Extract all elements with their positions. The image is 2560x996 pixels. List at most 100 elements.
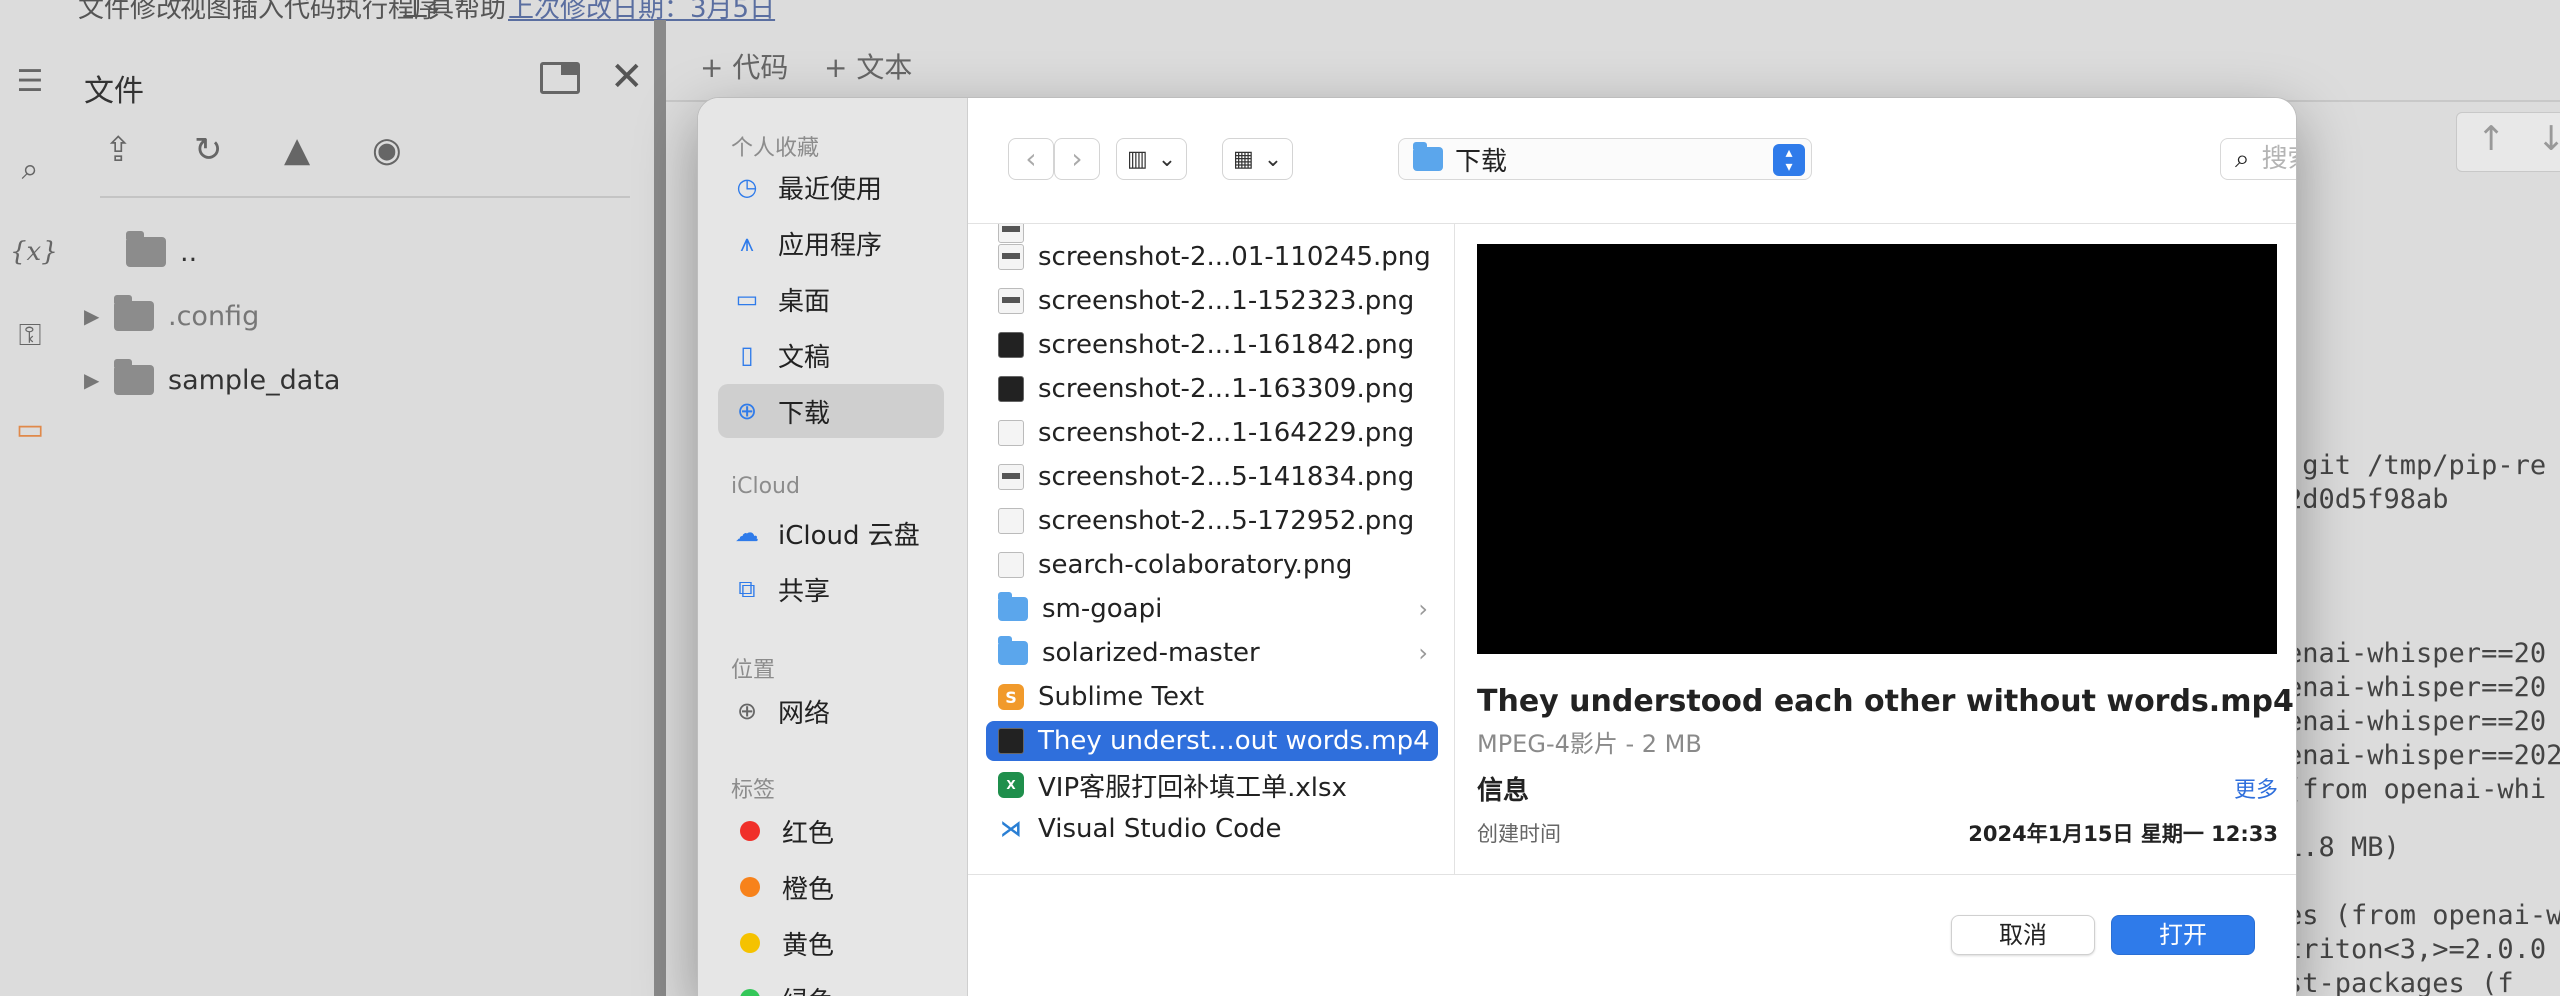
excel-icon: X <box>998 772 1024 798</box>
sidebar-item-label: 绿色 <box>782 981 834 996</box>
cloud-icon: ☁ <box>735 519 759 547</box>
add-code-button[interactable]: + 代码 <box>700 46 788 86</box>
upload-icon[interactable]: ⇪ <box>104 130 133 170</box>
output-line: enai-whisper==202 <box>2286 740 2560 771</box>
folder-icon <box>998 592 1028 621</box>
list-item[interactable]: screenshot-2...1-152323.png <box>986 281 1438 321</box>
chevron-right-icon[interactable]: ▶ <box>84 368 114 392</box>
chevron-down-icon: ⌄ <box>1157 146 1177 172</box>
location-popup[interactable]: 下载 ▴ ▾ <box>1398 138 1812 180</box>
sidebar-item-applications[interactable]: ⩚ 应用程序 <box>718 216 944 270</box>
list-item[interactable]: sm-goapi › <box>986 589 1438 629</box>
list-item[interactable]: screenshot-2...1-164229.png <box>986 413 1438 453</box>
sidebar-item-recents[interactable]: ◷ 最近使用 <box>718 160 944 214</box>
window-toggle-icon[interactable] <box>540 62 580 94</box>
menu-help[interactable]: 帮助 <box>454 0 506 25</box>
file-name: They underst...out words.mp4 <box>1038 726 1430 756</box>
menu-edit[interactable]: 修改 <box>130 0 182 25</box>
sidebar-item-desktop[interactable]: ▭ 桌面 <box>718 272 944 326</box>
back-button[interactable]: ‹ <box>1008 138 1054 180</box>
files-panel: 文件 ✕ ⇪ ↻ ▲ ◉ .. ▶ .config ▶ sample_data <box>60 40 660 996</box>
sidebar-item-tag-yellow[interactable]: 黄色 <box>718 916 944 970</box>
files-panel-title: 文件 <box>84 74 144 109</box>
sidebar-item-label: 桌面 <box>778 286 831 317</box>
applications-icon: ⩚ <box>740 229 754 257</box>
list-item[interactable]: S Sublime Text <box>986 677 1438 717</box>
toc-icon[interactable]: ☰ <box>10 62 50 102</box>
locations-heading: 位置 <box>731 658 776 683</box>
forward-button[interactable]: › <box>1054 138 1100 180</box>
image-thumbnail-icon <box>998 244 1024 270</box>
sidebar-item-downloads[interactable]: ⊕ 下载 <box>718 384 944 438</box>
refresh-icon[interactable]: ↻ <box>194 130 223 170</box>
add-text-button[interactable]: + 文本 <box>824 46 912 86</box>
eye-icon[interactable]: ◉ <box>372 130 402 170</box>
menu-file[interactable]: 文件 <box>78 0 130 25</box>
tree-item-config[interactable]: ▶ .config <box>84 294 259 338</box>
search-input[interactable] <box>2261 144 2296 174</box>
panel-resizer[interactable] <box>654 20 666 996</box>
sidebar-item-label: 下载 <box>778 398 831 429</box>
sidebar-item-shared[interactable]: ⧉ 共享 <box>718 562 944 616</box>
list-item[interactable]: screenshot-2...1-163309.png <box>986 369 1438 409</box>
desktop-icon: ▭ <box>735 285 759 313</box>
video-preview[interactable] <box>1477 244 2277 654</box>
sidebar-item-label: 橙色 <box>782 874 835 905</box>
dialog-sidebar: 个人收藏 ◷ 最近使用 ⩚ 应用程序 ▭ 桌面 ▯ 文稿 ⊕ 下载 iCloud… <box>698 98 968 996</box>
mount-drive-icon[interactable]: ▲ <box>284 130 310 170</box>
sidebar-item-network[interactable]: ⊕ 网络 <box>718 684 944 738</box>
list-item[interactable]: screenshot-2...1-161842.png <box>986 325 1438 365</box>
document-icon: ▯ <box>740 341 754 369</box>
chevron-right-icon[interactable]: ▶ <box>84 304 114 328</box>
arrow-down-icon[interactable]: ↓ <box>2537 119 2560 159</box>
menu-tools[interactable]: 工具 <box>402 0 454 25</box>
list-item[interactable]: solarized-master › <box>986 633 1438 673</box>
tree-item-label: sample_data <box>168 364 341 396</box>
chevron-right-icon: › <box>1418 595 1428 623</box>
variables-icon[interactable]: {x} <box>10 232 58 272</box>
key-icon[interactable]: ⚿ <box>10 316 50 356</box>
tree-item-parent[interactable]: .. <box>126 230 197 274</box>
menu-view[interactable]: 视图 <box>180 0 232 25</box>
arrow-up-icon[interactable]: ↑ <box>2477 119 2506 159</box>
sidebar-item-label: 应用程序 <box>778 230 883 261</box>
sidebar-item-tag-red[interactable]: 红色 <box>718 804 944 858</box>
list-item[interactable]: screenshot-2...5-141834.png <box>986 457 1438 497</box>
output-line: 2d0d5f98ab <box>2286 484 2449 515</box>
menu-insert[interactable]: 插入 <box>232 0 284 25</box>
more-link[interactable]: 更多 <box>2234 772 2278 804</box>
list-item[interactable]: ⋊ Visual Studio Code <box>986 809 1438 849</box>
file-name: Sublime Text <box>1038 682 1205 712</box>
file-name: screenshot-2...01-110245.png <box>1038 242 1431 272</box>
list-item[interactable]: search-colaboratory.png <box>986 545 1438 585</box>
vscode-icon: ⋊ <box>998 816 1024 842</box>
group-by-button[interactable]: ▦ ⌄ <box>1222 138 1294 180</box>
close-icon[interactable]: ✕ <box>610 54 644 100</box>
menu-bar: 文件 修改 视图 插入 代码执行程序 工具 帮助 上次修改日期：3月5日 <box>0 0 2560 24</box>
open-button[interactable]: 打开 <box>2111 915 2255 955</box>
list-item-selected[interactable]: They underst...out words.mp4 <box>986 721 1438 761</box>
tag-dot-icon <box>740 877 760 897</box>
file-name: screenshot-2...1-152323.png <box>1038 286 1415 316</box>
search-icon[interactable]: ⌕ <box>10 150 50 190</box>
folder-icon[interactable]: ▭ <box>10 410 50 450</box>
output-line: (from openai-whi <box>2286 774 2547 805</box>
list-item[interactable]: screenshot-2...5-172952.png <box>986 501 1438 541</box>
list-item[interactable]: screenshot-2...01-110245.png <box>986 237 1438 277</box>
shared-folder-icon: ⧉ <box>738 575 756 603</box>
image-thumbnail-icon <box>998 288 1024 314</box>
sidebar-item-tag-orange[interactable]: 橙色 <box>718 860 944 914</box>
search-field[interactable]: ⌕ <box>2220 138 2296 180</box>
chevron-down-icon: ⌄ <box>1263 146 1283 172</box>
sidebar-item-tag-green[interactable]: 绿色 <box>718 972 944 996</box>
image-thumbnail-icon <box>998 508 1024 534</box>
video-thumbnail-icon <box>998 728 1024 754</box>
cancel-button[interactable]: 取消 <box>1951 915 2095 955</box>
view-mode-button[interactable]: ▥ ⌄ <box>1116 138 1188 180</box>
folder-icon <box>126 231 166 267</box>
tree-item-sample-data[interactable]: ▶ sample_data <box>84 358 340 402</box>
sidebar-item-documents[interactable]: ▯ 文稿 <box>718 328 944 382</box>
sidebar-item-icloud-drive[interactable]: ☁ iCloud 云盘 <box>718 506 944 560</box>
list-item[interactable]: X VIP客服打回补填工单.xlsx <box>986 765 1438 805</box>
sidebar-item-label: 网络 <box>778 698 831 729</box>
